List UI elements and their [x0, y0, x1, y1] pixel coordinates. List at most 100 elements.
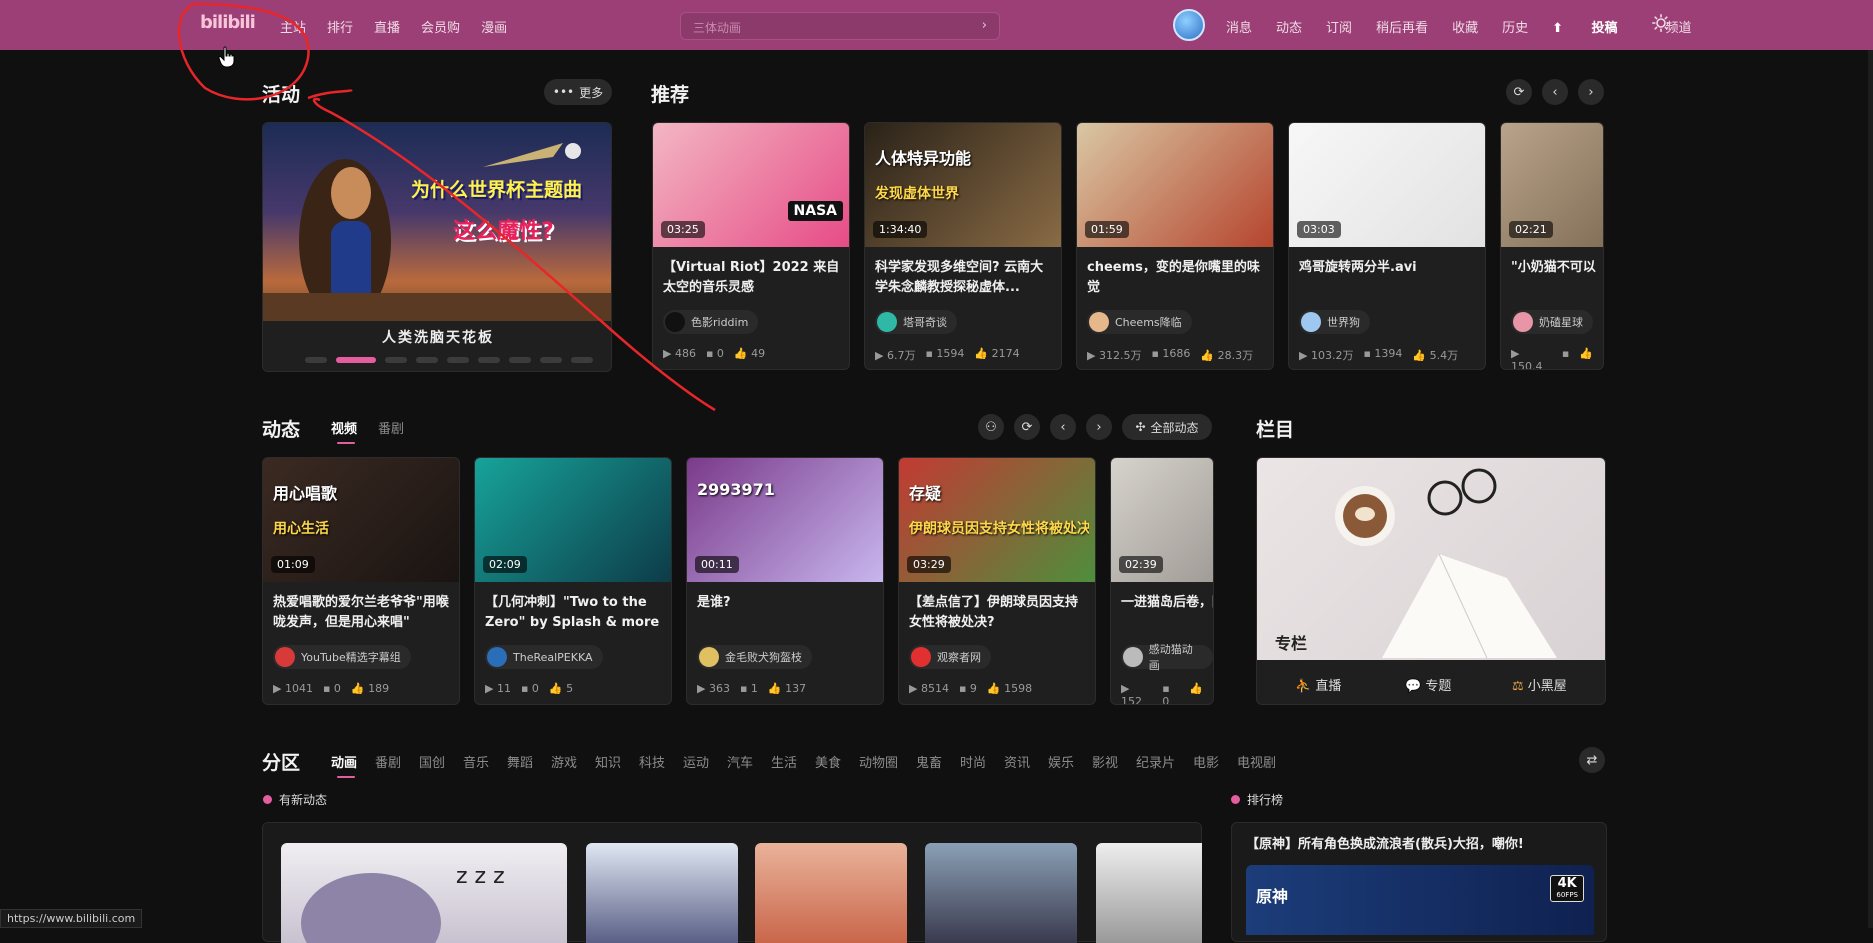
zone-tab[interactable]: 影视: [1092, 752, 1118, 771]
uploader-chip[interactable]: YouTube精选字幕组: [273, 645, 411, 669]
uploader-chip[interactable]: 色影riddim: [663, 310, 759, 334]
zone-tab[interactable]: 科技: [639, 752, 665, 771]
video-title[interactable]: 热爱唱歌的爱尔兰老爷爷"用喉咙发声，但是用心来唱": [273, 593, 451, 633]
video-card[interactable]: 03:03 鸡哥旋转两分半.avi 世界狗 ▶ 103.2万 ▪ 1394 👍 5.4万: [1288, 122, 1486, 370]
nav-item-manga[interactable]: 漫画: [481, 17, 507, 36]
uploader-chip[interactable]: 奶磕星球: [1511, 310, 1593, 334]
activity-banner-image[interactable]: 为什么世界杯主题曲 这么魔性?: [263, 123, 611, 323]
zone-tab[interactable]: 动画: [331, 752, 357, 778]
group-icon[interactable]: ⚇: [978, 414, 1004, 440]
carousel-dot[interactable]: [416, 357, 438, 363]
uploader-chip[interactable]: 世界狗: [1299, 310, 1370, 334]
zone-tab[interactable]: 舞蹈: [507, 752, 533, 771]
swap-icon[interactable]: ⇄: [1579, 747, 1605, 773]
video-title[interactable]: 【差点信了】伊朗球员因支持女性将被处决?: [909, 593, 1087, 633]
zone-thumb[interactable]: [1096, 843, 1202, 943]
zone-tab[interactable]: 纪录片: [1136, 752, 1175, 771]
video-title[interactable]: cheems，变的是你嘴里的味觉: [1087, 258, 1265, 298]
zone-tab[interactable]: 资讯: [1004, 752, 1030, 771]
carousel-indicator[interactable]: [305, 357, 602, 363]
uploader-chip[interactable]: Cheems降临: [1087, 310, 1192, 334]
zone-tab[interactable]: 动物圈: [859, 752, 898, 771]
nav-item-subscriptions[interactable]: 订阅: [1326, 17, 1352, 36]
uploader-chip[interactable]: 塔哥奇谈: [875, 310, 957, 334]
carousel-dot[interactable]: [305, 357, 327, 363]
sun-icon[interactable]: [1652, 14, 1670, 32]
nav-item-live[interactable]: 直播: [374, 17, 400, 36]
video-title[interactable]: 【几何冲刺】"Two to the Zero" by Splash & more…: [485, 593, 663, 633]
refresh-icon[interactable]: ⟳: [1014, 414, 1040, 440]
rank-top-title[interactable]: 【原神】所有角色换成流浪者(散兵)大招，嘲你!: [1246, 833, 1524, 852]
nav-item-rank[interactable]: 排行: [327, 17, 353, 36]
chevron-left-icon[interactable]: ‹: [1542, 79, 1568, 105]
bilibili-logo[interactable]: bilibili: [200, 12, 256, 33]
zone-thumb[interactable]: [586, 843, 738, 943]
zone-tab[interactable]: 运动: [683, 752, 709, 771]
live-link[interactable]: ⛹ 直播: [1295, 675, 1341, 694]
nav-item-watch-later[interactable]: 稍后再看: [1376, 17, 1428, 36]
chevron-right-icon[interactable]: ›: [982, 18, 987, 33]
video-title[interactable]: 一进猫岛后卷，围: [1121, 593, 1213, 633]
carousel-dot[interactable]: [478, 357, 500, 363]
blackroom-link[interactable]: ⚖ 小黑屋: [1512, 675, 1567, 694]
nav-item-dynamic[interactable]: 动态: [1276, 17, 1302, 36]
uploader-chip[interactable]: 感动猫动画: [1121, 643, 1213, 672]
all-dynamic-button[interactable]: ✣ 全部动态: [1122, 414, 1212, 440]
chevron-right-icon[interactable]: ›: [1578, 79, 1604, 105]
video-title[interactable]: "小奶猫不可以: [1511, 258, 1603, 298]
zone-tab[interactable]: 娱乐: [1048, 752, 1074, 771]
video-title[interactable]: 是谁?: [697, 593, 875, 633]
video-card[interactable]: 02:21 "小奶猫不可以奶磕星球 ▶ 150.4万 ▪ 👍: [1500, 122, 1604, 370]
uploader-chip[interactable]: TheRealPEKKA: [485, 645, 603, 669]
carousel-dot[interactable]: [385, 357, 407, 363]
search-input[interactable]: 三体动画 ›: [680, 12, 1000, 40]
nav-item-favorites[interactable]: 收藏: [1452, 17, 1478, 36]
video-card[interactable]: 00:11 是谁? 金毛败犬狗盔枝 ▶ 363 ▪ 1 👍 137 2993971: [686, 457, 884, 705]
carousel-dot[interactable]: [336, 357, 376, 363]
video-card[interactable]: 03:29 【差点信了】伊朗球员因支持女性将被处决? 观察者网 ▶ 8514 ▪ 9 👍 …: [898, 457, 1096, 705]
zone-tab[interactable]: 时尚: [960, 752, 986, 771]
upload-button[interactable]: ⬆ 投稿: [1552, 17, 1641, 36]
uploader-chip[interactable]: 金毛败犬狗盔枝: [697, 645, 812, 669]
zone-tab[interactable]: 电视剧: [1237, 752, 1276, 771]
video-card[interactable]: 01:59 cheems，变的是你嘴里的味觉 Cheems降临 ▶ 312.5万 ▪ 1…: [1076, 122, 1274, 370]
video-title[interactable]: 科学家发现多维空间? 云南大学朱念麟教授探秘虚体...: [875, 258, 1053, 298]
zone-tab[interactable]: 鬼畜: [916, 752, 942, 771]
activity-more-button[interactable]: ••• 更多: [544, 79, 612, 105]
zone-tab[interactable]: 番剧: [375, 752, 401, 771]
nav-item-home[interactable]: 主站: [280, 17, 306, 36]
rank-top-thumb[interactable]: 原神 4K 60FPS: [1246, 865, 1594, 935]
zone-thumb[interactable]: z z z: [281, 843, 567, 943]
chevron-left-icon[interactable]: ‹: [1050, 414, 1076, 440]
topic-link[interactable]: 💬 专题: [1405, 675, 1451, 694]
carousel-dot[interactable]: [540, 357, 562, 363]
uploader-chip[interactable]: 观察者网: [909, 645, 991, 669]
video-title[interactable]: 【Virtual Riot】2022 来自太空的音乐灵感: [663, 258, 841, 298]
tab-videos[interactable]: 视频: [331, 418, 357, 444]
zone-tab[interactable]: 电影: [1193, 752, 1219, 771]
tab-bangumi[interactable]: 番剧: [378, 418, 404, 437]
video-title[interactable]: 鸡哥旋转两分半.avi: [1299, 258, 1477, 298]
video-card[interactable]: 02:09 【几何冲刺】"Two to the Zero" by Splash &…: [474, 457, 672, 705]
chevron-right-icon[interactable]: ›: [1086, 414, 1112, 440]
zone-thumb[interactable]: [925, 843, 1077, 943]
video-card[interactable]: 02:39 一进猫岛后卷，围感动猫动画 ▶ 152 ▪ 0 👍: [1110, 457, 1214, 705]
zone-tab[interactable]: 汽车: [727, 752, 753, 771]
zone-tab[interactable]: 国创: [419, 752, 445, 771]
zone-thumb[interactable]: [755, 843, 907, 943]
refresh-icon[interactable]: ⟳: [1506, 79, 1532, 105]
zone-tab[interactable]: 音乐: [463, 752, 489, 771]
nav-item-messages[interactable]: 消息: [1226, 17, 1252, 36]
zone-tab[interactable]: 生活: [771, 752, 797, 771]
activity-carousel[interactable]: 为什么世界杯主题曲 这么魔性? 人类洗脑天花板: [262, 122, 612, 372]
user-avatar[interactable]: [1173, 9, 1205, 41]
video-card[interactable]: 03:25 【Virtual Riot】2022 来自太空的音乐灵感 色影riddi…: [652, 122, 850, 370]
carousel-dot[interactable]: [571, 357, 593, 363]
carousel-dot[interactable]: [447, 357, 469, 363]
zone-tab[interactable]: 美食: [815, 752, 841, 771]
video-card[interactable]: 1:34:40 科学家发现多维空间? 云南大学朱念麟教授探秘虚体... 塔哥奇谈 ▶ …: [864, 122, 1062, 370]
nav-item-history[interactable]: 历史: [1502, 17, 1528, 36]
carousel-dot[interactable]: [509, 357, 531, 363]
column-card[interactable]: 专栏 ⛹ 直播 💬 专题 ⚖ 小黑屋: [1256, 457, 1606, 705]
video-card[interactable]: 01:09 热爱唱歌的爱尔兰老爷爷"用喉咙发声，但是用心来唱" YouTube精选字…: [262, 457, 460, 705]
